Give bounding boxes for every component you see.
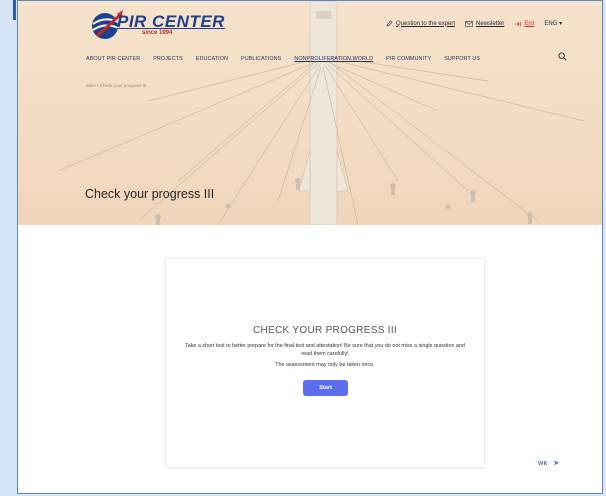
window-edge-marker	[13, 0, 16, 20]
start-button[interactable]: Start	[303, 380, 348, 396]
nav-support-us[interactable]: SUPPORT US	[444, 56, 480, 62]
main-nav: ABOUT PIR CENTER PROJECTS EDUCATION PUBL…	[86, 56, 493, 62]
mail-icon	[465, 20, 473, 27]
nav-education[interactable]: EDUCATION	[196, 56, 228, 62]
exit-label: Exit	[524, 20, 535, 27]
top-utility-bar: Question to the expert Newsletter Exit E…	[386, 20, 562, 27]
newsletter-label: Newsletter	[476, 20, 505, 27]
quiz-title: CHECK YOUR PROGRESS III	[253, 325, 397, 336]
quiz-note: The assessment may only be taken once.	[275, 362, 375, 368]
quiz-description: Take a short test to better prepare for …	[185, 343, 465, 357]
search-icon[interactable]	[558, 52, 567, 61]
question-to-expert-label: Question to the expert	[396, 20, 456, 27]
logo-title[interactable]: PIR CENTER	[117, 12, 225, 32]
newsletter-link[interactable]: Newsletter	[465, 21, 504, 27]
hero-banner: PIR CENTER since 1994 Question to the ex…	[18, 1, 602, 225]
nav-pir-community[interactable]: PIR COMMUNITY	[386, 56, 431, 62]
nav-nonproliferation-world[interactable]: NONPROLIFERATION.WORLD	[294, 56, 373, 62]
nav-about[interactable]: ABOUT PIR CENTER	[86, 56, 140, 62]
exit-icon	[515, 21, 522, 26]
page-title: Check your progress III	[85, 187, 215, 201]
pencil-icon	[386, 20, 393, 27]
language-selector[interactable]: ENG ▾	[544, 20, 562, 27]
telegram-icon[interactable]: ➤	[553, 459, 559, 467]
nav-projects[interactable]: PROJECTS	[153, 56, 183, 62]
left-strip	[0, 0, 17, 496]
social-links: ᴡᴋ ➤	[538, 459, 559, 468]
nav-publications[interactable]: PUBLICATIONS	[241, 56, 281, 62]
quiz-card: CHECK YOUR PROGRESS III Take a short tes…	[165, 258, 485, 468]
breadcrumb[interactable]: Main • Check your progress III	[86, 83, 146, 88]
browser-page: PIR CENTER since 1994 Question to the ex…	[17, 0, 603, 494]
exit-link[interactable]: Exit	[514, 21, 534, 27]
logo-since: since 1994	[142, 30, 173, 36]
question-to-expert-link[interactable]: Question to the expert	[386, 20, 455, 27]
vk-icon[interactable]: ᴡᴋ	[538, 460, 547, 467]
